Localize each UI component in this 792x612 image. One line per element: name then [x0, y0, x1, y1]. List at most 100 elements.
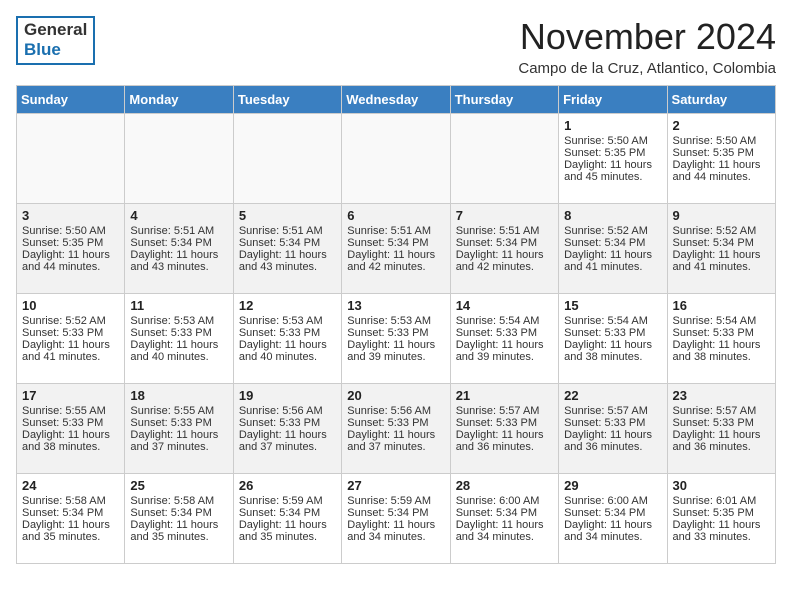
cell-info: Sunset: 5:34 PM: [130, 237, 227, 249]
cell-info: Daylight: 11 hours and 43 minutes.: [239, 249, 336, 273]
cell-info: Sunset: 5:34 PM: [564, 507, 661, 519]
calendar-cell: 14Sunrise: 5:54 AMSunset: 5:33 PMDayligh…: [450, 294, 558, 384]
cell-info: Sunset: 5:35 PM: [673, 147, 770, 159]
cell-info: Daylight: 11 hours and 43 minutes.: [130, 249, 227, 273]
cell-info: Sunrise: 6:00 AM: [456, 495, 553, 507]
calendar-week-5: 24Sunrise: 5:58 AMSunset: 5:34 PMDayligh…: [17, 474, 776, 564]
calendar-cell: 27Sunrise: 5:59 AMSunset: 5:34 PMDayligh…: [342, 474, 450, 564]
calendar-cell: 26Sunrise: 5:59 AMSunset: 5:34 PMDayligh…: [233, 474, 341, 564]
cell-info: Sunrise: 5:50 AM: [22, 225, 119, 237]
cell-info: Sunrise: 5:51 AM: [456, 225, 553, 237]
cell-info: Sunset: 5:33 PM: [130, 327, 227, 339]
cell-info: Daylight: 11 hours and 37 minutes.: [130, 429, 227, 453]
cell-info: Sunrise: 5:53 AM: [347, 315, 444, 327]
day-number: 22: [564, 388, 661, 403]
day-number: 1: [564, 118, 661, 133]
cell-info: Sunset: 5:34 PM: [456, 237, 553, 249]
day-number: 25: [130, 478, 227, 493]
cell-info: Sunrise: 5:53 AM: [239, 315, 336, 327]
cell-info: Sunrise: 5:56 AM: [347, 405, 444, 417]
cell-info: Sunset: 5:34 PM: [347, 237, 444, 249]
day-number: 13: [347, 298, 444, 313]
cell-info: Sunset: 5:33 PM: [22, 417, 119, 429]
day-number: 19: [239, 388, 336, 403]
cell-info: Daylight: 11 hours and 41 minutes.: [22, 339, 119, 363]
cell-info: Sunrise: 5:52 AM: [564, 225, 661, 237]
day-number: 6: [347, 208, 444, 223]
day-number: 10: [22, 298, 119, 313]
cell-info: Sunset: 5:34 PM: [347, 507, 444, 519]
calendar-cell: 21Sunrise: 5:57 AMSunset: 5:33 PMDayligh…: [450, 384, 558, 474]
cell-info: Sunrise: 5:52 AM: [22, 315, 119, 327]
cell-info: Sunset: 5:34 PM: [239, 507, 336, 519]
cell-info: Sunrise: 5:56 AM: [239, 405, 336, 417]
day-of-week-sunday: Sunday: [17, 86, 125, 114]
cell-info: Sunrise: 5:54 AM: [673, 315, 770, 327]
day-number: 23: [673, 388, 770, 403]
cell-info: Daylight: 11 hours and 37 minutes.: [347, 429, 444, 453]
calendar-cell: [450, 114, 558, 204]
calendar-cell: 23Sunrise: 5:57 AMSunset: 5:33 PMDayligh…: [667, 384, 775, 474]
day-number: 4: [130, 208, 227, 223]
logo-general-text: General: [24, 20, 87, 39]
day-number: 28: [456, 478, 553, 493]
day-number: 20: [347, 388, 444, 403]
day-number: 26: [239, 478, 336, 493]
cell-info: Daylight: 11 hours and 34 minutes.: [564, 519, 661, 543]
cell-info: Sunrise: 5:59 AM: [347, 495, 444, 507]
cell-info: Sunset: 5:34 PM: [22, 507, 119, 519]
day-of-week-monday: Monday: [125, 86, 233, 114]
day-number: 2: [673, 118, 770, 133]
calendar-cell: 22Sunrise: 5:57 AMSunset: 5:33 PMDayligh…: [559, 384, 667, 474]
day-number: 27: [347, 478, 444, 493]
cell-info: Sunset: 5:33 PM: [456, 417, 553, 429]
day-of-week-saturday: Saturday: [667, 86, 775, 114]
day-number: 18: [130, 388, 227, 403]
day-of-week-tuesday: Tuesday: [233, 86, 341, 114]
calendar-cell: 17Sunrise: 5:55 AMSunset: 5:33 PMDayligh…: [17, 384, 125, 474]
cell-info: Sunrise: 5:54 AM: [564, 315, 661, 327]
calendar-cell: 6Sunrise: 5:51 AMSunset: 5:34 PMDaylight…: [342, 204, 450, 294]
cell-info: Sunrise: 5:57 AM: [456, 405, 553, 417]
day-of-week-wednesday: Wednesday: [342, 86, 450, 114]
cell-info: Sunrise: 5:50 AM: [564, 135, 661, 147]
calendar-cell: 24Sunrise: 5:58 AMSunset: 5:34 PMDayligh…: [17, 474, 125, 564]
cell-info: Sunset: 5:33 PM: [347, 327, 444, 339]
cell-info: Sunrise: 5:55 AM: [130, 405, 227, 417]
cell-info: Daylight: 11 hours and 45 minutes.: [564, 159, 661, 183]
calendar-cell: 12Sunrise: 5:53 AMSunset: 5:33 PMDayligh…: [233, 294, 341, 384]
cell-info: Sunset: 5:34 PM: [673, 237, 770, 249]
calendar-cell: 20Sunrise: 5:56 AMSunset: 5:33 PMDayligh…: [342, 384, 450, 474]
cell-info: Daylight: 11 hours and 38 minutes.: [22, 429, 119, 453]
cell-info: Daylight: 11 hours and 41 minutes.: [673, 249, 770, 273]
cell-info: Sunset: 5:35 PM: [564, 147, 661, 159]
cell-info: Daylight: 11 hours and 39 minutes.: [347, 339, 444, 363]
cell-info: Daylight: 11 hours and 40 minutes.: [239, 339, 336, 363]
cell-info: Daylight: 11 hours and 36 minutes.: [564, 429, 661, 453]
page-header: General Blue General Blue November 2024 …: [16, 16, 776, 77]
calendar-cell: 7Sunrise: 5:51 AMSunset: 5:34 PMDaylight…: [450, 204, 558, 294]
cell-info: Sunset: 5:33 PM: [22, 327, 119, 339]
day-number: 3: [22, 208, 119, 223]
cell-info: Sunset: 5:33 PM: [239, 327, 336, 339]
cell-info: Daylight: 11 hours and 40 minutes.: [130, 339, 227, 363]
calendar-cell: 15Sunrise: 5:54 AMSunset: 5:33 PMDayligh…: [559, 294, 667, 384]
cell-info: Sunset: 5:35 PM: [673, 507, 770, 519]
day-number: 15: [564, 298, 661, 313]
cell-info: Sunrise: 5:50 AM: [673, 135, 770, 147]
calendar-cell: 28Sunrise: 6:00 AMSunset: 5:34 PMDayligh…: [450, 474, 558, 564]
cell-info: Sunset: 5:33 PM: [130, 417, 227, 429]
day-number: 21: [456, 388, 553, 403]
calendar-cell: [17, 114, 125, 204]
cell-info: Daylight: 11 hours and 39 minutes.: [456, 339, 553, 363]
cell-info: Sunrise: 5:54 AM: [456, 315, 553, 327]
calendar-cell: 18 Sunrise: 5:55 AMSunset: 5:33 PMDayligh…: [125, 384, 233, 474]
cell-info: Daylight: 11 hours and 44 minutes.: [22, 249, 119, 273]
calendar-cell: 11Sunrise: 5:53 AMSunset: 5:33 PMDayligh…: [125, 294, 233, 384]
cell-info: Sunrise: 5:58 AM: [22, 495, 119, 507]
day-number: 11: [130, 298, 227, 313]
calendar-cell: 9Sunrise: 5:52 AMSunset: 5:34 PMDaylight…: [667, 204, 775, 294]
cell-info: Sunset: 5:33 PM: [456, 327, 553, 339]
calendar-cell: 19Sunrise: 5:56 AMSunset: 5:33 PMDayligh…: [233, 384, 341, 474]
day-number: 17: [22, 388, 119, 403]
